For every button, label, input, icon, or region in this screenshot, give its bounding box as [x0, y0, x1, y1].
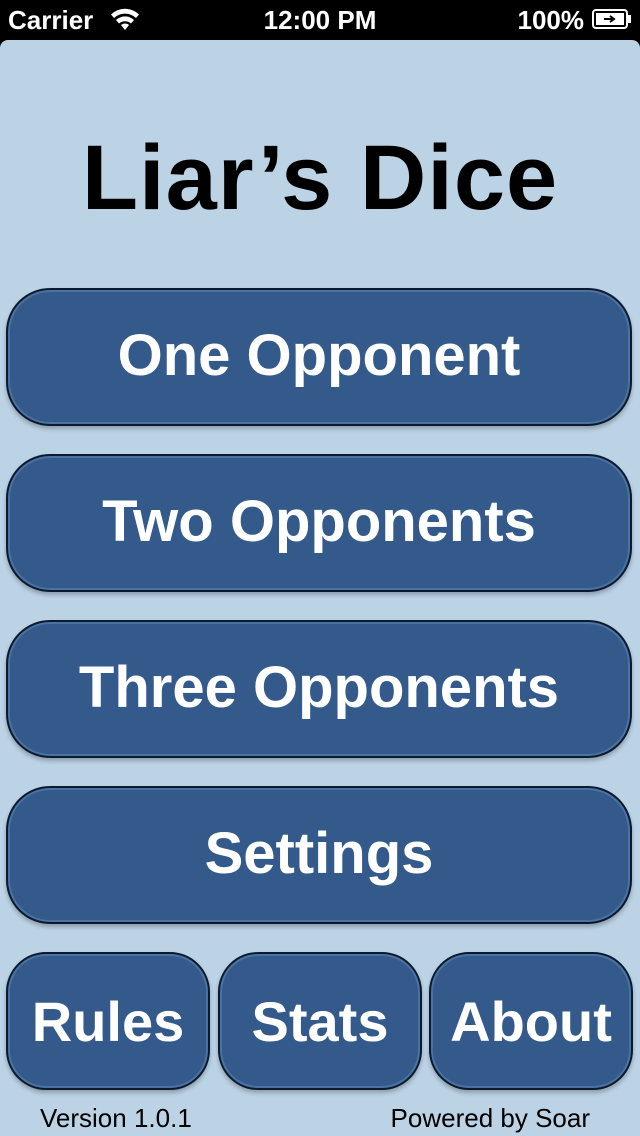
battery-charging-icon [592, 9, 631, 29]
three-opponents-button[interactable]: Three Opponents [6, 620, 632, 758]
stats-button[interactable]: Stats [218, 952, 422, 1090]
version-label: Version 1.0.1 [40, 1103, 192, 1133]
app-title: Liar’s Dice [81, 127, 559, 229]
main-screen: Liar’s Dice One Opponent Two Opponents T… [0, 40, 640, 1136]
status-bar: Carrier 12:00 PM 100% [0, 0, 640, 40]
powered-by-label: Powered by Soar [390, 1103, 590, 1133]
two-opponents-button[interactable]: Two Opponents [6, 454, 632, 592]
settings-button[interactable]: Settings [6, 786, 632, 924]
battery-percentage: 100% [517, 5, 585, 35]
one-opponent-button[interactable]: One Opponent [6, 288, 632, 426]
rules-button[interactable]: Rules [6, 952, 210, 1090]
about-button[interactable]: About [429, 952, 633, 1090]
